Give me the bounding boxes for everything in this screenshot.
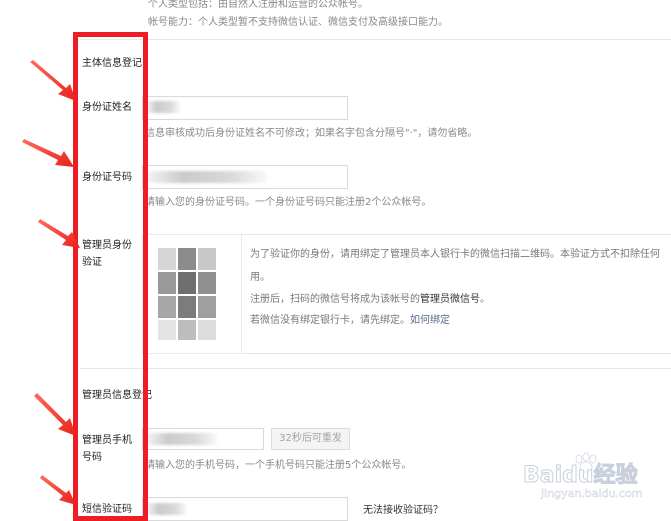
arrow-icon	[34, 393, 76, 436]
watermark-url: jingyan.baidu.com	[541, 487, 643, 500]
arrow-icon	[38, 219, 80, 248]
arrow-icon	[22, 139, 74, 167]
arrow-icon	[30, 60, 76, 101]
watermark-brand: Baidu经验	[523, 463, 639, 489]
baidu-jingyan-watermark: Baidu经验 jingyan.baidu.com	[521, 452, 661, 516]
arrow-icon	[40, 475, 76, 505]
annotation-arrows	[22, 60, 80, 505]
